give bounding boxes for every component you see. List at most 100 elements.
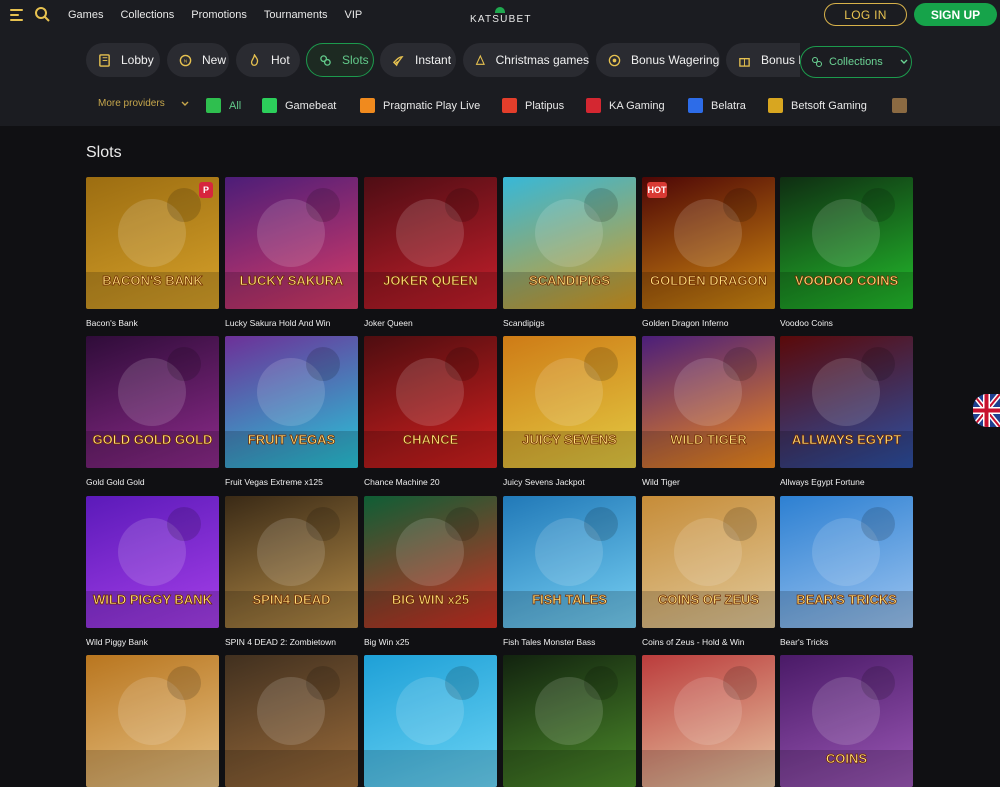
nav-promotions-link[interactable]: Promotions [191, 9, 247, 21]
chevron-down-icon [181, 101, 189, 106]
svg-text:GOLD GOLD GOLD: GOLD GOLD GOLD [93, 432, 213, 447]
game-tile[interactable]: GOLDEN DRAGON HOT [642, 177, 775, 309]
game-tile[interactable] [642, 655, 775, 787]
provider-all[interactable]: All [206, 98, 241, 113]
game-tile[interactable]: COINS [780, 655, 913, 787]
game-thumbnail [503, 666, 636, 787]
game-tile[interactable]: COINS OF ZEUS [642, 496, 775, 628]
game-tile[interactable]: LUCKY SAKURA [225, 177, 358, 309]
game-tile[interactable]: GOLD GOLD GOLD [86, 336, 219, 468]
category-new[interactable]: N New [167, 43, 229, 77]
game-title[interactable]: Bear's Tricks [780, 637, 828, 647]
provider-belatra[interactable]: Belatra [688, 98, 746, 113]
game-title[interactable]: Gold Gold Gold [86, 477, 145, 487]
game-title[interactable]: Scandipigs [503, 318, 545, 328]
login-button[interactable]: LOG IN [824, 3, 907, 26]
game-title[interactable]: Wild Piggy Bank [86, 637, 148, 647]
game-tile[interactable]: BEAR'S TRICKS [780, 496, 913, 628]
game-thumbnail: VOODOO COINS [780, 188, 913, 309]
game-thumbnail: LUCKY SAKURA [225, 188, 358, 309]
provider-label: Gamebeat [285, 99, 337, 112]
category-bonus-wagering[interactable]: Bonus Wagering [596, 43, 720, 77]
game-tile[interactable] [364, 655, 497, 787]
collections-dropdown[interactable]: Collections [800, 46, 912, 78]
provider-next-icon[interactable] [892, 98, 915, 113]
category-bonus-buy[interactable]: Bonus B [726, 43, 800, 77]
game-badge: P [199, 182, 213, 198]
game-tile[interactable]: WILD TIGER [642, 336, 775, 468]
game-tile[interactable]: WILD PIGGY BANK [86, 496, 219, 628]
game-title[interactable]: Allways Egypt Fortune [780, 477, 865, 487]
game-title[interactable]: SPIN 4 DEAD 2: Zombietown [225, 637, 336, 647]
language-switcher[interactable] [973, 394, 1000, 427]
game-thumbnail: FISH TALES [503, 507, 636, 628]
game-tile[interactable]: VOODOO COINS [780, 177, 913, 309]
provider-pragmatic-play-live[interactable]: Pragmatic Play Live [360, 98, 480, 113]
more-providers-button[interactable]: More providers [98, 98, 190, 109]
game-title[interactable]: Big Win x25 [364, 637, 409, 647]
game-tile[interactable] [86, 655, 219, 787]
game-title[interactable]: Coins of Zeus - Hold & Win [642, 637, 745, 647]
signup-button[interactable]: SIGN UP [914, 3, 997, 26]
game-tile[interactable]: JUICY SEVENS [503, 336, 636, 468]
game-title[interactable]: Voodoo Coins [780, 318, 833, 328]
slots-icon [320, 54, 331, 66]
betsoft-icon [768, 98, 783, 113]
category-christmas-games[interactable]: Christmas games [463, 43, 589, 77]
site-logo[interactable]: KATSUBET [470, 7, 530, 27]
provider-logo-icon [892, 98, 907, 113]
game-title[interactable]: Joker Queen [364, 318, 413, 328]
game-tile[interactable] [225, 655, 358, 787]
menu-icon[interactable] [10, 9, 23, 21]
game-title[interactable]: Fruit Vegas Extreme x125 [225, 477, 323, 487]
top-bar: Games Collections Promotions Tournaments… [0, 0, 1000, 126]
main-nav: Games Collections Promotions Tournaments… [0, 0, 1000, 32]
game-title[interactable]: Juicy Sevens Jackpot [503, 477, 585, 487]
game-title[interactable]: Golden Dragon Inferno [642, 318, 728, 328]
category-lobby[interactable]: Lobby [86, 43, 160, 77]
game-tile[interactable] [503, 655, 636, 787]
category-instant[interactable]: Instant [380, 43, 456, 77]
platipus-icon [502, 98, 517, 113]
game-thumbnail: COINS [780, 666, 913, 787]
category-hot[interactable]: Hot [236, 43, 300, 77]
game-title[interactable]: Chance Machine 20 [364, 477, 440, 487]
search-icon[interactable] [34, 6, 50, 22]
game-tile[interactable]: CHANCE [364, 336, 497, 468]
game-tile[interactable]: SCANDIPIGS [503, 177, 636, 309]
provider-ka-gaming[interactable]: KA Gaming [586, 98, 665, 113]
provider-betsoft-gaming[interactable]: Betsoft Gaming [768, 98, 867, 113]
game-tile[interactable]: FISH TALES [503, 496, 636, 628]
rocket-icon [392, 55, 404, 66]
provider-label: Betsoft Gaming [791, 99, 867, 112]
provider-gamebeat[interactable]: Gamebeat [262, 98, 336, 113]
svg-text:N: N [184, 58, 187, 63]
svg-text:BACON'S BANK: BACON'S BANK [102, 273, 203, 288]
game-title[interactable]: Lucky Sakura Hold And Win [225, 318, 330, 328]
category-label: Bonus Wagering [631, 53, 720, 67]
category-label: Hot [271, 53, 290, 67]
nav-collections-link[interactable]: Collections [120, 9, 174, 21]
provider-label: Belatra [711, 99, 746, 112]
game-title[interactable]: Bacon's Bank [86, 318, 138, 328]
nav-vip-link[interactable]: VIP [345, 9, 363, 21]
game-thumbnail: SCANDIPIGS [503, 188, 636, 309]
category-label: Bonus B [761, 53, 800, 67]
nav-tournaments-link[interactable]: Tournaments [264, 9, 328, 21]
category-slots[interactable]: Slots [306, 43, 374, 77]
nav-games-link[interactable]: Games [68, 9, 103, 21]
game-tile[interactable]: BIG WIN x25 [364, 496, 497, 628]
gift-icon [739, 57, 750, 67]
game-title[interactable]: Fish Tales Monster Bass [503, 637, 595, 647]
svg-text:BIG WIN x25: BIG WIN x25 [392, 592, 469, 607]
game-tile[interactable]: FRUIT VEGAS [225, 336, 358, 468]
game-thumbnail: JUICY SEVENS [503, 347, 636, 468]
provider-platipus[interactable]: Platipus [502, 98, 564, 113]
game-tile[interactable]: BACON'S BANK P [86, 177, 219, 309]
game-tile[interactable]: ALLWAYS EGYPT [780, 336, 913, 468]
svg-text:WILD PIGGY BANK: WILD PIGGY BANK [93, 592, 213, 607]
game-tile[interactable]: JOKER QUEEN [364, 177, 497, 309]
game-title[interactable]: Wild Tiger [642, 477, 680, 487]
svg-text:COINS OF ZEUS: COINS OF ZEUS [658, 592, 759, 607]
game-tile[interactable]: SPIN4 DEAD [225, 496, 358, 628]
